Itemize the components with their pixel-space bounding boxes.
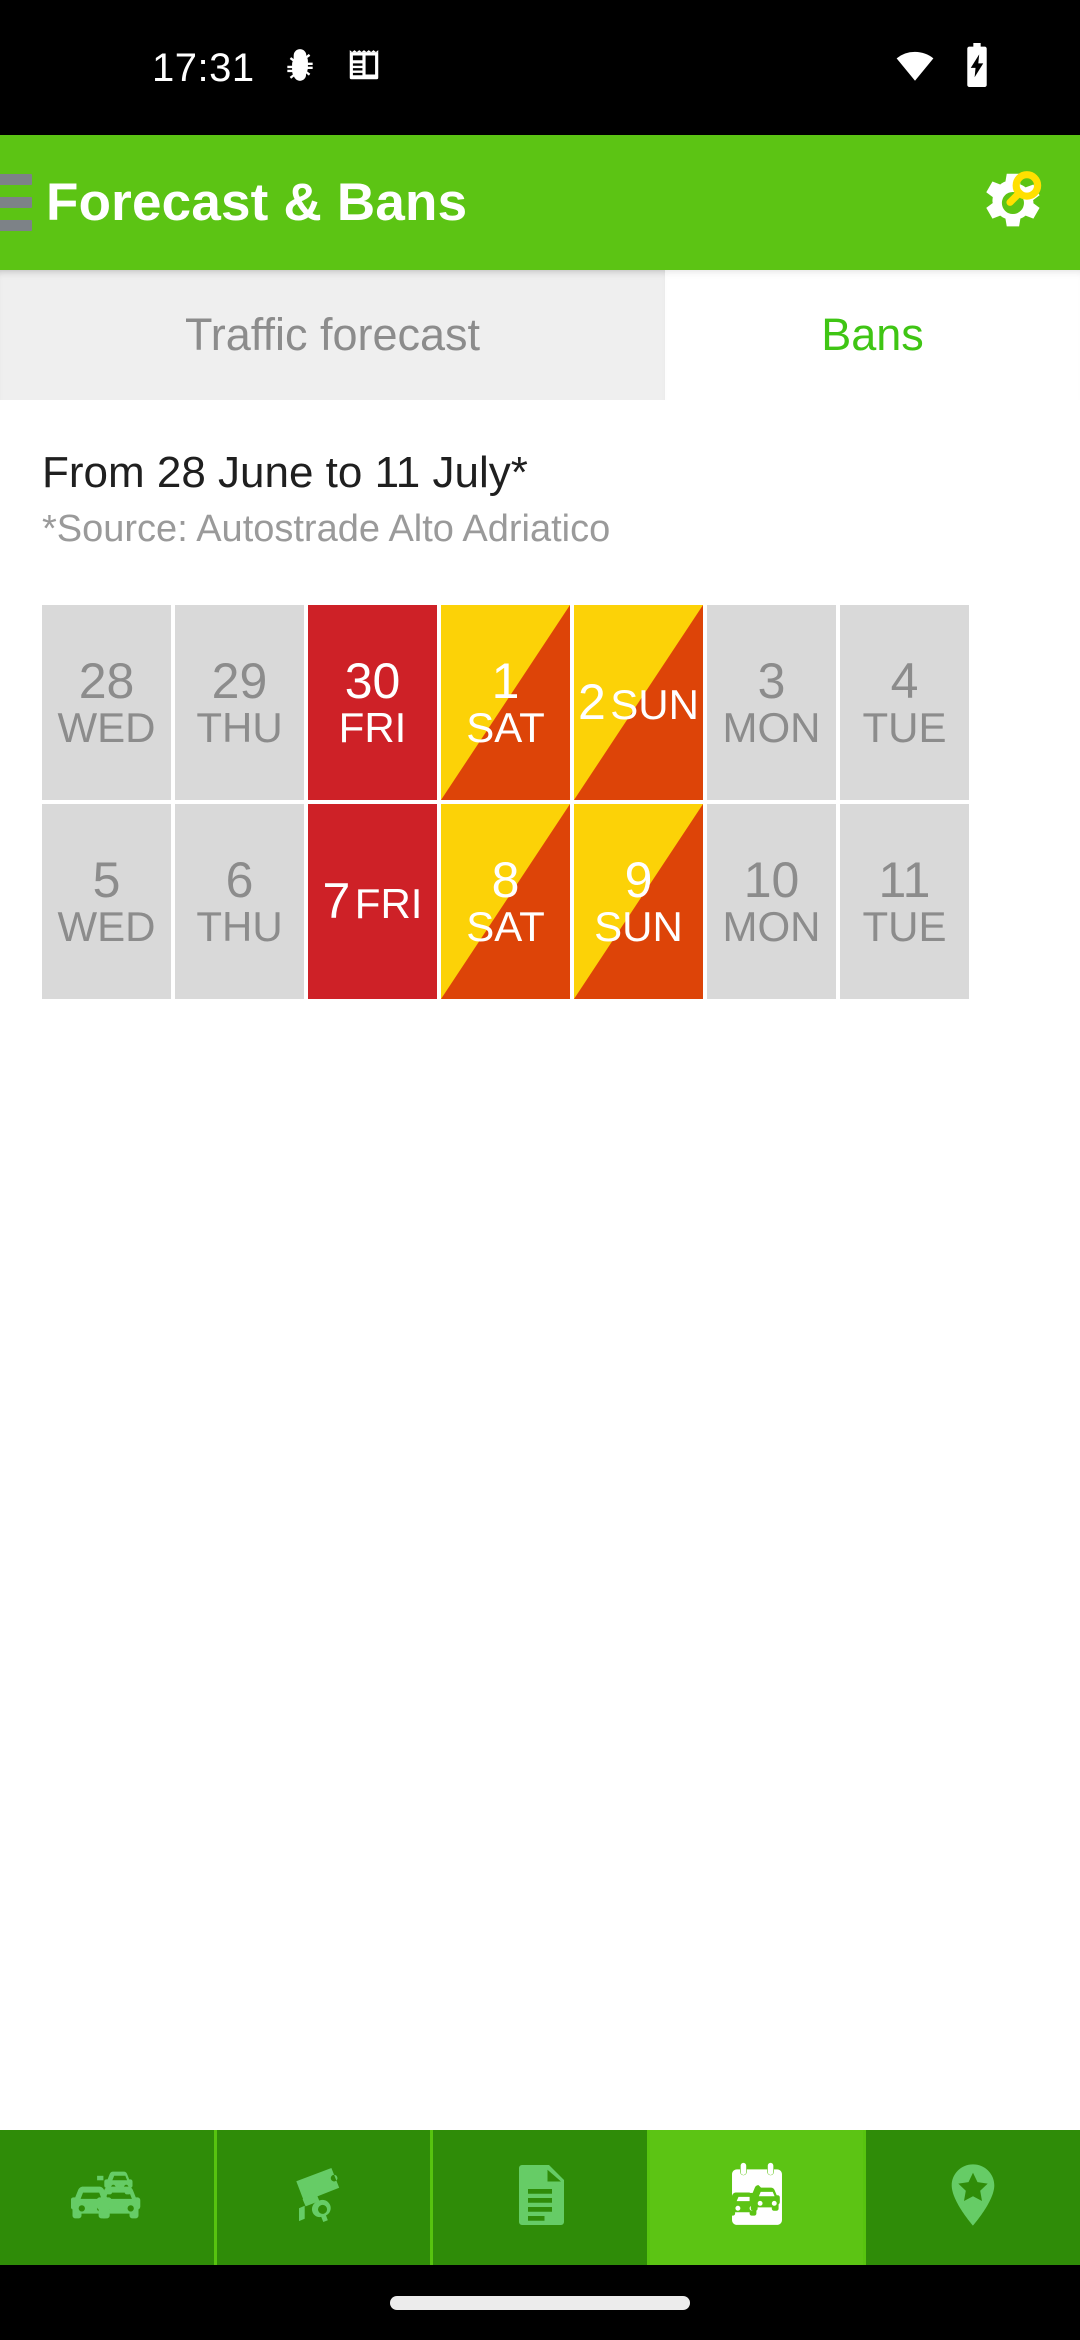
calendar-day-weekday: FRI — [338, 703, 407, 751]
calendar-day-cell[interactable]: 5 WED — [42, 804, 171, 999]
calendar-day-label: 10 MON — [722, 851, 821, 950]
calendar-day-cell[interactable]: 2 SUN — [574, 605, 703, 800]
calendar-day-number: 9 — [624, 851, 653, 908]
calendar-day-label: 5 WED — [57, 851, 156, 950]
hamburger-menu-icon[interactable] — [0, 173, 32, 233]
page-title: Forecast & Bans — [46, 173, 468, 232]
calendar-day-weekday: WED — [57, 703, 156, 751]
calendar-day-label: 30 FRI — [338, 652, 407, 751]
calendar-day-number: 28 — [78, 652, 135, 709]
nav-item-traffic[interactable] — [0, 2130, 217, 2265]
calendar-day-label: 11 TUE — [862, 851, 947, 950]
calendar-day-number: 11 — [878, 851, 931, 908]
calendar-day-number: 8 — [491, 851, 520, 908]
calendar-day-weekday: MON — [722, 902, 821, 950]
battery-charging-icon — [960, 43, 994, 92]
calendar-day-label: 3 MON — [722, 652, 821, 751]
phone-screen: 17:31 Forecast & Bans Traffic forecast B… — [0, 0, 1080, 2340]
calendar-day-number: 30 — [344, 652, 401, 709]
date-range-source: *Source: Autostrade Alto Adriatico — [42, 508, 611, 550]
tab-bans[interactable]: Bans — [665, 270, 1080, 400]
app-bar-actions — [962, 155, 1058, 251]
status-bar: 17:31 — [0, 0, 1080, 135]
calendar-day-weekday: THU — [196, 902, 283, 950]
calendar-day-number: 3 — [757, 652, 786, 709]
calendar-day-number: 7 — [322, 873, 351, 929]
calendar-day-label: 2 SUN — [578, 677, 699, 728]
calendar-day-weekday: SAT — [466, 703, 545, 751]
status-bar-left: 17:31 — [152, 46, 383, 89]
bottom-navigation — [0, 2130, 1080, 2265]
calendar-day-label: 6 THU — [196, 851, 283, 950]
calendar-day-weekday: SUN — [594, 902, 683, 950]
nav-item-places[interactable] — [866, 2130, 1080, 2265]
calendar-day-cell[interactable]: 9 SUN — [574, 804, 703, 999]
calendar-day-label: 29 THU — [196, 652, 283, 751]
calendar-day-number: 29 — [211, 652, 268, 709]
calendar-day-cell[interactable]: 10 MON — [707, 804, 836, 999]
calendar-day-label: 4 TUE — [862, 652, 947, 751]
traffic-cars-icon — [70, 2159, 143, 2236]
gesture-navigation-bar — [0, 2265, 1080, 2340]
calendar-day-label: 1 SAT — [466, 652, 545, 751]
home-gesture-pill[interactable] — [390, 2295, 690, 2310]
calendar-day-weekday: SAT — [466, 902, 545, 950]
status-bar-right — [894, 43, 994, 92]
content-area: From 28 June to 11 July* *Source: Autost… — [0, 400, 1080, 2130]
tab-traffic-forecast[interactable]: Traffic forecast — [0, 270, 665, 400]
calendar-day-cell[interactable]: 28 WED — [42, 605, 171, 800]
traffic-camera-icon — [287, 2159, 359, 2236]
calendar-day-number: 6 — [225, 851, 254, 908]
calendar-day-weekday: MON — [722, 703, 821, 751]
calendar-day-cell[interactable]: 29 THU — [175, 605, 304, 800]
document-icon — [504, 2159, 576, 2236]
calendar-day-cell[interactable]: 30 FRI — [308, 605, 437, 800]
calendar-day-number: 1 — [491, 652, 520, 709]
date-range-title: From 28 June to 11 July* — [42, 448, 528, 497]
tab-bar: Traffic forecast Bans — [0, 270, 1080, 400]
calendar-car-icon — [720, 2158, 794, 2237]
calendar-day-number: 4 — [890, 652, 919, 709]
calendar-day-weekday: THU — [196, 703, 283, 751]
calendar-day-cell[interactable]: 1 SAT — [441, 605, 570, 800]
map-pin-star-icon — [937, 2159, 1009, 2236]
calendar-day-label: 28 WED — [57, 652, 156, 751]
nav-item-bans[interactable] — [649, 2130, 867, 2265]
calendar-day-cell[interactable]: 3 MON — [707, 605, 836, 800]
calendar-day-number: 5 — [92, 851, 121, 908]
calendar-day-label: 7 FRI — [323, 876, 423, 927]
news-icon — [345, 46, 383, 89]
calendar-day-label: 8 SAT — [466, 851, 545, 950]
calendar-day-cell[interactable]: 8 SAT — [441, 804, 570, 999]
calendar-day-weekday: SUN — [610, 681, 699, 728]
calendar-day-label: 9 SUN — [594, 851, 683, 950]
calendar-day-cell[interactable]: 6 THU — [175, 804, 304, 999]
status-bar-clock: 17:31 — [152, 45, 255, 90]
calendar-day-weekday: FRI — [354, 880, 423, 927]
calendar-day-weekday: TUE — [862, 703, 947, 751]
app-bar: Forecast & Bans — [0, 135, 1080, 270]
calendar-day-cell[interactable]: 7 FRI — [308, 804, 437, 999]
calendar-day-weekday: WED — [57, 902, 156, 950]
bug-icon — [281, 46, 319, 89]
settings-gear-search-icon[interactable] — [962, 155, 1058, 251]
calendar-day-cell[interactable]: 4 TUE — [840, 605, 969, 800]
nav-item-documents[interactable] — [433, 2130, 650, 2265]
calendar-day-cell[interactable]: 11 TUE — [840, 804, 969, 999]
calendar-day-number: 10 — [743, 851, 800, 908]
wifi-icon — [894, 44, 936, 91]
bans-calendar-grid: 28 WED 29 THU 30 FRI 1 SAT 2 SUN 3 MON 4 TUE 5 WED 6 THU… — [42, 605, 1042, 1003]
calendar-day-number: 2 — [578, 674, 606, 730]
calendar-day-weekday: TUE — [862, 902, 947, 950]
nav-item-cameras[interactable] — [217, 2130, 434, 2265]
